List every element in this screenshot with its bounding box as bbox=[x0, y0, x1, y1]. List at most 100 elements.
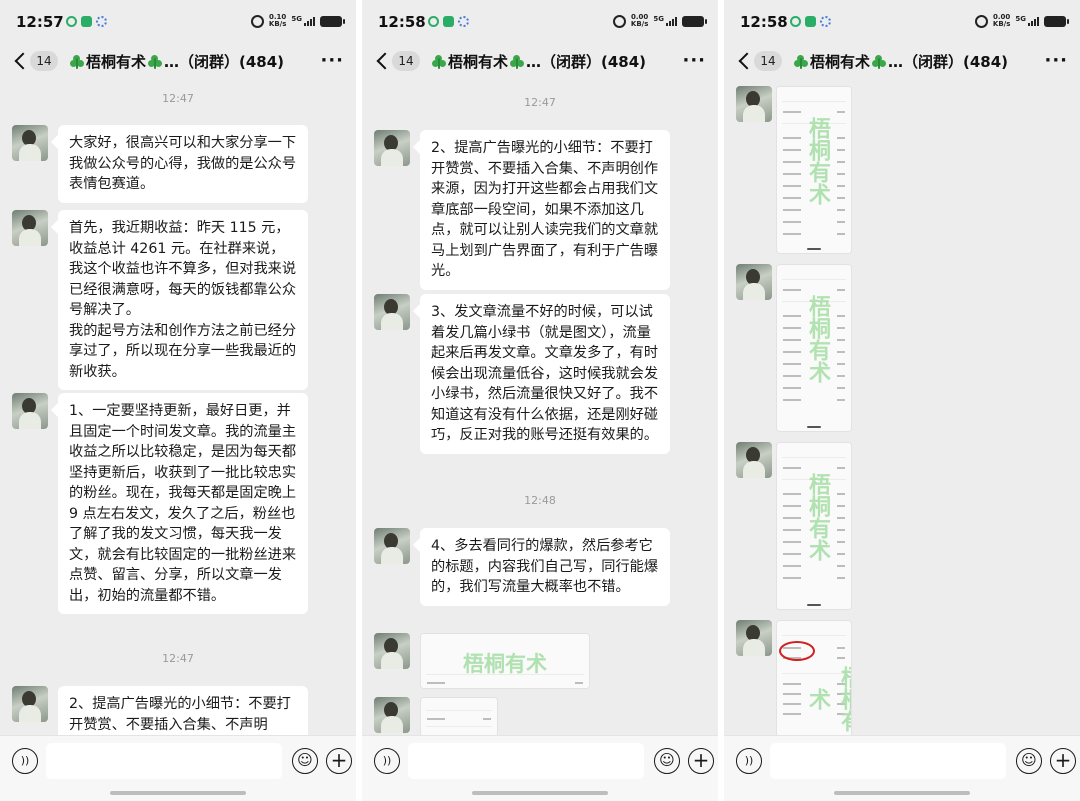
clover-icon bbox=[432, 54, 446, 69]
status-right: 0.00 KB/s 5G bbox=[974, 13, 1069, 28]
settings-notification-icon bbox=[458, 16, 469, 27]
settings-notification-icon bbox=[96, 16, 107, 27]
message-list[interactable]: 12:47 大家好，很高兴可以和大家分享一下我做公众号的心得，我做的是公众号表情… bbox=[0, 80, 356, 735]
wechat-notification-icon bbox=[443, 16, 454, 27]
voice-icon[interactable]: )) bbox=[736, 748, 762, 774]
timestamp: 12:47 bbox=[162, 652, 194, 665]
network-speed: 0.00 KB/s bbox=[992, 13, 1011, 28]
network-type: 5G bbox=[653, 15, 664, 23]
message-bubble[interactable]: 2、提高广告曝光的小细节：不要打开赞赏、不要插入合集、不声明创作来源，因为打开这… bbox=[420, 130, 670, 290]
chevron-left-icon[interactable] bbox=[14, 51, 26, 71]
network-type: 5G bbox=[291, 15, 302, 23]
voice-icon[interactable]: )) bbox=[374, 748, 400, 774]
image-thumbnail[interactable]: 梧桐有术 bbox=[420, 633, 590, 689]
phone-screen-2: 12:58 0.00 KB/s 5G 14 梧桐有术 …（闭群）(484) ··… bbox=[362, 0, 718, 801]
emoji-icon[interactable]: ☺ bbox=[292, 748, 318, 774]
message-input[interactable] bbox=[46, 743, 282, 779]
timestamp: 12:47 bbox=[162, 92, 194, 105]
plus-icon[interactable]: + bbox=[326, 748, 352, 774]
avatar[interactable] bbox=[12, 686, 48, 722]
chevron-left-icon[interactable] bbox=[738, 51, 750, 71]
chat-header: 14 梧桐有术 …（闭群）(484) ··· bbox=[362, 44, 718, 80]
image-watermark: 梧桐有术 bbox=[805, 117, 830, 205]
avatar[interactable] bbox=[374, 528, 410, 564]
more-icon[interactable]: ··· bbox=[1044, 50, 1068, 71]
network-speed: 0.10 KB/s bbox=[268, 13, 287, 28]
timestamp: 12:48 bbox=[524, 494, 556, 507]
avatar[interactable] bbox=[736, 620, 772, 656]
image-thumbnail[interactable] bbox=[420, 697, 498, 735]
plus-icon[interactable]: + bbox=[1050, 748, 1076, 774]
unread-count-badge[interactable]: 14 bbox=[392, 51, 420, 71]
wechat-notification-icon bbox=[81, 16, 92, 27]
battery-icon bbox=[682, 15, 707, 27]
unread-count-badge[interactable]: 14 bbox=[754, 51, 782, 71]
avatar[interactable] bbox=[736, 86, 772, 122]
message-bubble[interactable]: 大家好，很高兴可以和大家分享一下我做公众号的心得，我做的是公众号表情包赛道。 bbox=[58, 125, 308, 203]
chat-header: 14 梧桐有术 …（闭群）(484) ··· bbox=[724, 44, 1080, 80]
alarm-icon bbox=[612, 14, 626, 28]
message-bubble[interactable]: 2、提高广告曝光的小细节：不要打开赞赏、不要插入合集、不声明 bbox=[58, 686, 308, 735]
image-watermark: 梧桐有术 bbox=[805, 295, 830, 383]
more-icon[interactable]: ··· bbox=[320, 50, 344, 71]
clover-icon bbox=[70, 54, 84, 69]
image-thumbnail[interactable]: 梧桐有术 bbox=[776, 264, 852, 432]
signal-icon bbox=[1028, 16, 1039, 26]
home-indicator[interactable] bbox=[472, 791, 608, 795]
image-thumbnail[interactable]: 梧桐有术 bbox=[776, 620, 852, 735]
chat-title-suffix: …（闭群）(484) bbox=[888, 53, 1009, 71]
input-bar: )) ☺ + bbox=[362, 735, 718, 801]
battery-icon bbox=[1044, 15, 1069, 27]
image-watermark: 梧桐有术 bbox=[463, 652, 547, 676]
emoji-icon[interactable]: ☺ bbox=[1016, 748, 1042, 774]
avatar[interactable] bbox=[736, 264, 772, 300]
alarm-icon bbox=[250, 14, 264, 28]
home-indicator[interactable] bbox=[110, 791, 246, 795]
phone-screen-3: 12:58 0.00 KB/s 5G 14 梧桐有术 …（闭群）(484) ··… bbox=[724, 0, 1080, 801]
image-thumbnail[interactable]: 梧桐有术 bbox=[776, 86, 852, 254]
chevron-left-icon[interactable] bbox=[376, 51, 388, 71]
avatar[interactable] bbox=[736, 442, 772, 478]
avatar[interactable] bbox=[374, 697, 410, 733]
avatar[interactable] bbox=[12, 210, 48, 246]
message-input[interactable] bbox=[408, 743, 644, 779]
avatar[interactable] bbox=[374, 294, 410, 330]
image-thumbnail[interactable]: 梧桐有术 bbox=[776, 442, 852, 610]
app-notification-icon bbox=[790, 16, 801, 27]
battery-icon bbox=[320, 15, 345, 27]
emoji-icon[interactable]: ☺ bbox=[654, 748, 680, 774]
status-app-icons bbox=[428, 16, 469, 27]
chat-title: 梧桐有术 …（闭群）(484) bbox=[432, 51, 646, 72]
unread-count-badge[interactable]: 14 bbox=[30, 51, 58, 71]
message-input[interactable] bbox=[770, 743, 1006, 779]
clover-icon bbox=[510, 54, 525, 69]
message-list[interactable]: 12:47 2、提高广告曝光的小细节：不要打开赞赏、不要插入合集、不声明创作来源… bbox=[362, 80, 718, 735]
chat-title-text: 梧桐有术 bbox=[86, 53, 147, 71]
avatar[interactable] bbox=[374, 633, 410, 669]
chat-title-suffix: …（闭群）(484) bbox=[526, 53, 647, 71]
more-icon[interactable]: ··· bbox=[682, 50, 706, 71]
chat-title: 梧桐有术 …（闭群）(484) bbox=[70, 51, 284, 72]
status-app-icons bbox=[790, 16, 831, 27]
message-list[interactable]: 梧桐有术 梧桐有术 梧桐有术 梧桐有术 bbox=[724, 80, 1080, 735]
plus-icon[interactable]: + bbox=[688, 748, 714, 774]
message-bubble[interactable]: 4、多去看同行的爆款，然后参考它的标题，内容我们自己写，同行能爆的，我们写流量大… bbox=[420, 528, 670, 606]
network-type: 5G bbox=[1015, 15, 1026, 23]
avatar[interactable] bbox=[374, 130, 410, 166]
app-notification-icon bbox=[66, 16, 77, 27]
status-right: 0.00 KB/s 5G bbox=[612, 14, 707, 28]
avatar[interactable] bbox=[12, 125, 48, 161]
timestamp: 12:47 bbox=[524, 96, 556, 109]
voice-icon[interactable]: )) bbox=[12, 748, 38, 774]
home-indicator[interactable] bbox=[834, 791, 970, 795]
screens: 12:57 0.10 KB/s 5G 14 梧桐有术 …（闭群）(484) ··… bbox=[0, 0, 1080, 801]
alarm-icon bbox=[974, 14, 988, 28]
status-time: 12:58 bbox=[378, 13, 426, 31]
status-time: 12:58 bbox=[740, 13, 788, 31]
avatar[interactable] bbox=[12, 393, 48, 429]
message-bubble[interactable]: 3、发文章流量不好的时候，可以试着发几篇小绿书（就是图文），流量起来后再发文章。… bbox=[420, 294, 670, 454]
status-right: 0.10 KB/s 5G bbox=[250, 13, 345, 28]
message-bubble[interactable]: 首先，我近期收益：昨天 115 元，收益总计 4261 元。在社群来说，我这个收… bbox=[58, 210, 308, 390]
image-watermark: 梧桐有术 bbox=[805, 666, 852, 732]
message-bubble[interactable]: 1、一定要坚持更新，最好日更，并且固定一个时间发文章。我的流量主收益之所以比较稳… bbox=[58, 393, 308, 614]
